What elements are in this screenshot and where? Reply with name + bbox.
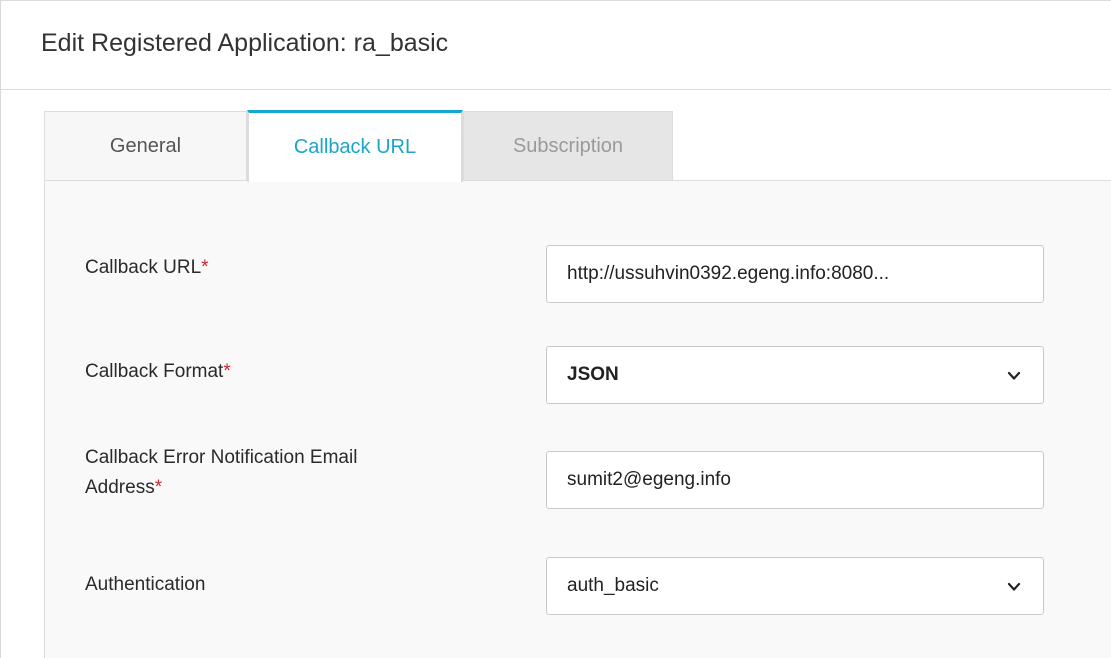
tab-callback-url[interactable]: Callback URL — [247, 110, 463, 182]
page-title: Edit Registered Application: ra_basic — [41, 29, 449, 57]
callback-format-label: Callback Format* — [85, 357, 231, 387]
chevron-down-icon — [1007, 371, 1021, 380]
authentication-select[interactable]: auth_basic — [546, 557, 1044, 615]
authentication-label-text: Authentication — [85, 574, 206, 595]
callback-url-value: http://ussuhvin0392.egeng.info:8080... — [567, 263, 890, 284]
edit-registered-application-page: Edit Registered Application: ra_basic Ge… — [0, 0, 1111, 658]
error-email-label-line1: Callback Error Notification Email — [85, 447, 358, 468]
error-email-label-line2: Address — [85, 477, 155, 498]
authentication-label: Authentication — [85, 570, 205, 600]
tab-general[interactable]: General — [44, 111, 247, 180]
callback-url-input[interactable]: http://ussuhvin0392.egeng.info:8080... — [546, 245, 1044, 303]
error-email-input[interactable]: sumit2@egeng.info — [546, 451, 1044, 509]
required-marker: * — [223, 361, 231, 382]
callback-format-value: JSON — [567, 364, 619, 385]
error-email-value: sumit2@egeng.info — [567, 469, 731, 490]
chevron-down-icon — [1007, 582, 1021, 591]
authentication-value: auth_basic — [567, 575, 659, 596]
required-marker: * — [201, 257, 209, 278]
page-header: Edit Registered Application: ra_basic — [1, 0, 1111, 90]
callback-format-select[interactable]: JSON — [546, 346, 1044, 404]
required-marker: * — [154, 477, 163, 498]
tab-subscription[interactable]: Subscription — [463, 111, 673, 180]
callback-url-label: Callback URL* — [85, 253, 209, 283]
callback-format-label-text: Callback Format — [85, 361, 224, 382]
callback-url-label-text: Callback URL — [85, 257, 202, 278]
error-email-label: Callback Error Notification Email Addres… — [85, 443, 357, 503]
